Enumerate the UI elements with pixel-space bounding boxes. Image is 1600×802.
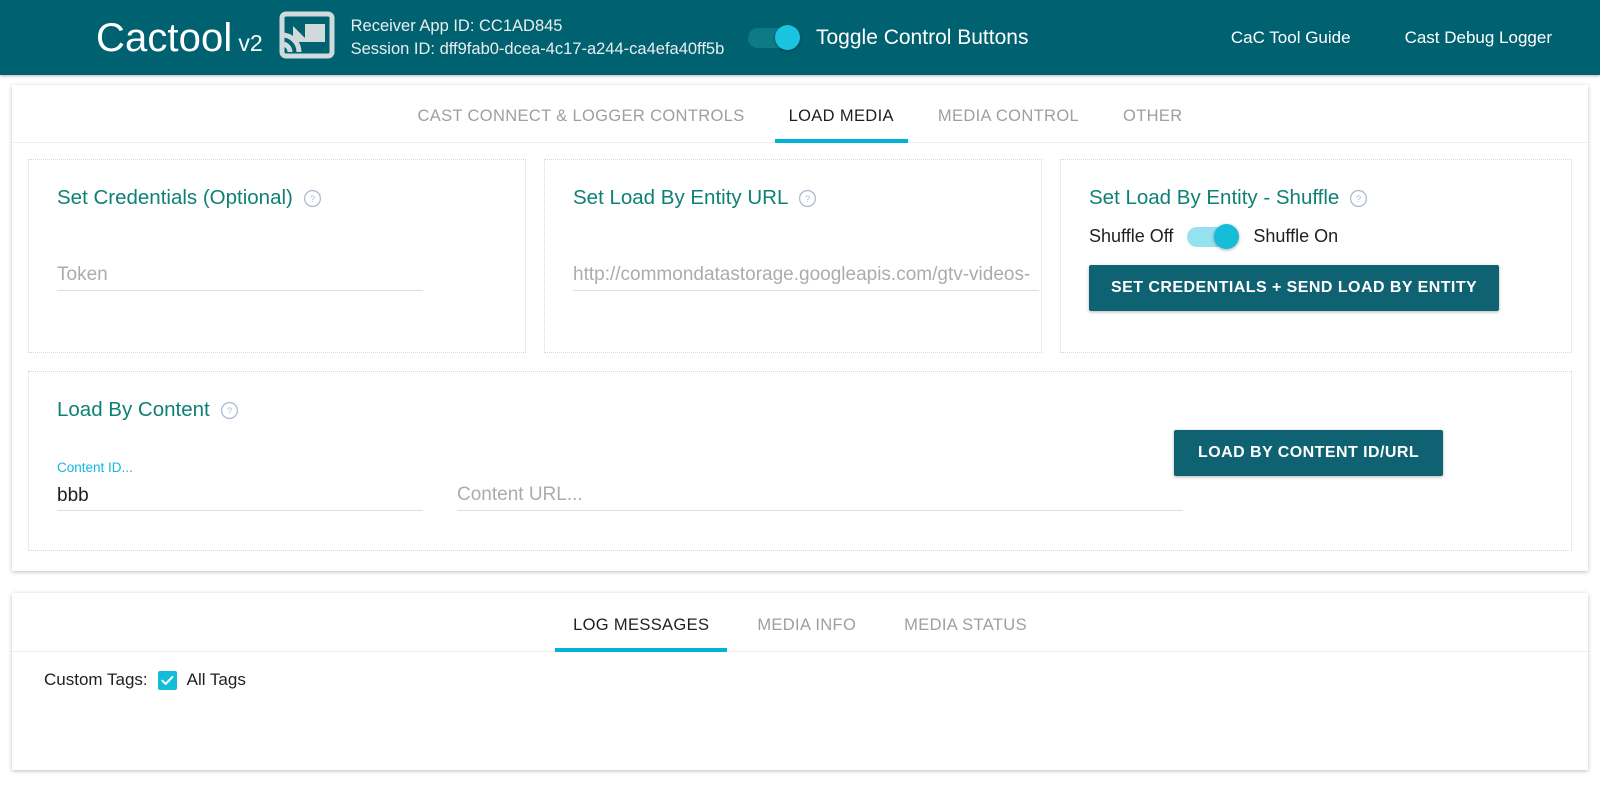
- entity-url-field[interactable]: http://commondatastorage.googleapis.com/…: [573, 256, 1039, 291]
- tab-media-info[interactable]: MEDIA INFO: [733, 616, 880, 651]
- brand-logo: Cactool v2: [96, 18, 263, 58]
- shuffle-off-label: Shuffle Off: [1089, 226, 1173, 247]
- help-circle-icon[interactable]: ?: [798, 189, 817, 208]
- card-set-credentials: Set Credentials (Optional) ? Token: [28, 159, 526, 353]
- content-url-field[interactable]: Content URL...: [457, 476, 1183, 511]
- load-by-content-fields: Content ID... bbb Content URL...: [43, 476, 1557, 511]
- card-title-set-load-by-entity-shuffle: Set Load By Entity - Shuffle: [1089, 186, 1339, 210]
- shuffle-toggle-row: Shuffle Off Shuffle On: [1089, 224, 1557, 249]
- toggle-control-buttons-label: Toggle Control Buttons: [816, 26, 1028, 50]
- card-title-load-by-content: Load By Content: [57, 398, 210, 422]
- cast-icon: [279, 11, 335, 64]
- switch-knob: [1214, 224, 1239, 249]
- log-panel: LOG MESSAGES MEDIA INFO MEDIA STATUS Cus…: [12, 593, 1588, 770]
- load-by-content-id-url-button[interactable]: LOAD BY CONTENT ID/URL: [1174, 430, 1443, 476]
- card-title-set-credentials: Set Credentials (Optional): [57, 186, 293, 210]
- toggle-control-buttons-switch[interactable]: [748, 25, 800, 50]
- tab-load-media[interactable]: LOAD MEDIA: [767, 107, 916, 142]
- tab-media-status[interactable]: MEDIA STATUS: [880, 616, 1051, 651]
- load-media-content: Set Credentials (Optional) ? Token: [12, 143, 1588, 571]
- log-tabbar: LOG MESSAGES MEDIA INFO MEDIA STATUS: [12, 593, 1588, 652]
- app-header: Cactool v2 Receiver App ID: CC1AD845 Ses…: [0, 0, 1600, 75]
- tab-media-control[interactable]: MEDIA CONTROL: [916, 107, 1101, 142]
- session-info: Receiver App ID: CC1AD845 Session ID: df…: [351, 15, 725, 61]
- all-tags-label: All Tags: [187, 670, 246, 690]
- main-tabbar: CAST CONNECT & LOGGER CONTROLS LOAD MEDI…: [12, 85, 1588, 143]
- svg-text:?: ?: [805, 194, 810, 205]
- tab-cast-connect-logger-controls[interactable]: CAST CONNECT & LOGGER CONTROLS: [395, 107, 766, 142]
- shuffle-switch[interactable]: [1187, 224, 1239, 249]
- content-id-value: bbb: [57, 485, 89, 507]
- help-circle-icon[interactable]: ?: [220, 401, 239, 420]
- app-root: Cactool v2 Receiver App ID: CC1AD845 Ses…: [0, 0, 1600, 802]
- all-tags-checkbox[interactable]: [158, 671, 177, 690]
- tab-other[interactable]: OTHER: [1101, 107, 1205, 142]
- content-url-placeholder: Content URL...: [457, 484, 583, 506]
- receiver-app-id: Receiver App ID: CC1AD845: [351, 15, 725, 38]
- content-id-field[interactable]: Content ID... bbb: [57, 476, 423, 511]
- card-header: Load By Content ?: [57, 398, 1557, 422]
- shuffle-on-label: Shuffle On: [1253, 226, 1338, 247]
- brand-version: v2: [238, 32, 262, 55]
- card-header: Set Credentials (Optional) ?: [57, 186, 511, 210]
- card-header: Set Load By Entity - Shuffle ?: [1089, 186, 1557, 210]
- help-circle-icon[interactable]: ?: [1349, 189, 1368, 208]
- tab-log-messages[interactable]: LOG MESSAGES: [549, 616, 733, 651]
- svg-text:?: ?: [310, 194, 315, 205]
- switch-knob: [775, 25, 800, 50]
- content-id-floating-label: Content ID...: [57, 460, 133, 475]
- svg-text:?: ?: [1356, 194, 1361, 205]
- card-load-by-content: Load By Content ? Content ID... bbb: [28, 371, 1572, 551]
- toggle-control-buttons-group[interactable]: Toggle Control Buttons: [748, 25, 1028, 50]
- help-circle-icon[interactable]: ?: [303, 189, 322, 208]
- link-cac-tool-guide[interactable]: CaC Tool Guide: [1231, 28, 1351, 48]
- link-cast-debug-logger[interactable]: Cast Debug Logger: [1405, 28, 1552, 48]
- set-credentials-send-load-by-entity-button[interactable]: SET CREDENTIALS + SEND LOAD BY ENTITY: [1089, 265, 1499, 311]
- brand-name: Cactool: [96, 18, 232, 58]
- custom-tags-label: Custom Tags:: [44, 670, 148, 690]
- custom-tags-row: Custom Tags: All Tags: [44, 670, 1588, 690]
- card-set-load-by-entity-url: Set Load By Entity URL ? http://commonda…: [544, 159, 1042, 353]
- card-title-set-load-by-entity-url: Set Load By Entity URL: [573, 186, 788, 210]
- entity-url-placeholder: http://commondatastorage.googleapis.com/…: [573, 264, 1030, 286]
- card-header: Set Load By Entity URL ?: [573, 186, 1027, 210]
- main-panel: CAST CONNECT & LOGGER CONTROLS LOAD MEDI…: [12, 85, 1588, 571]
- session-id: Session ID: dff9fab0-dcea-4c17-a244-ca4e…: [351, 38, 725, 61]
- log-body: Custom Tags: All Tags: [12, 652, 1588, 770]
- cards-row: Set Credentials (Optional) ? Token: [28, 159, 1572, 353]
- svg-text:?: ?: [227, 406, 232, 417]
- header-links: CaC Tool Guide Cast Debug Logger: [1231, 0, 1552, 75]
- card-set-load-by-entity-shuffle: Set Load By Entity - Shuffle ? Shuffle O…: [1060, 159, 1572, 353]
- token-field[interactable]: Token: [57, 256, 423, 291]
- token-placeholder: Token: [57, 264, 108, 286]
